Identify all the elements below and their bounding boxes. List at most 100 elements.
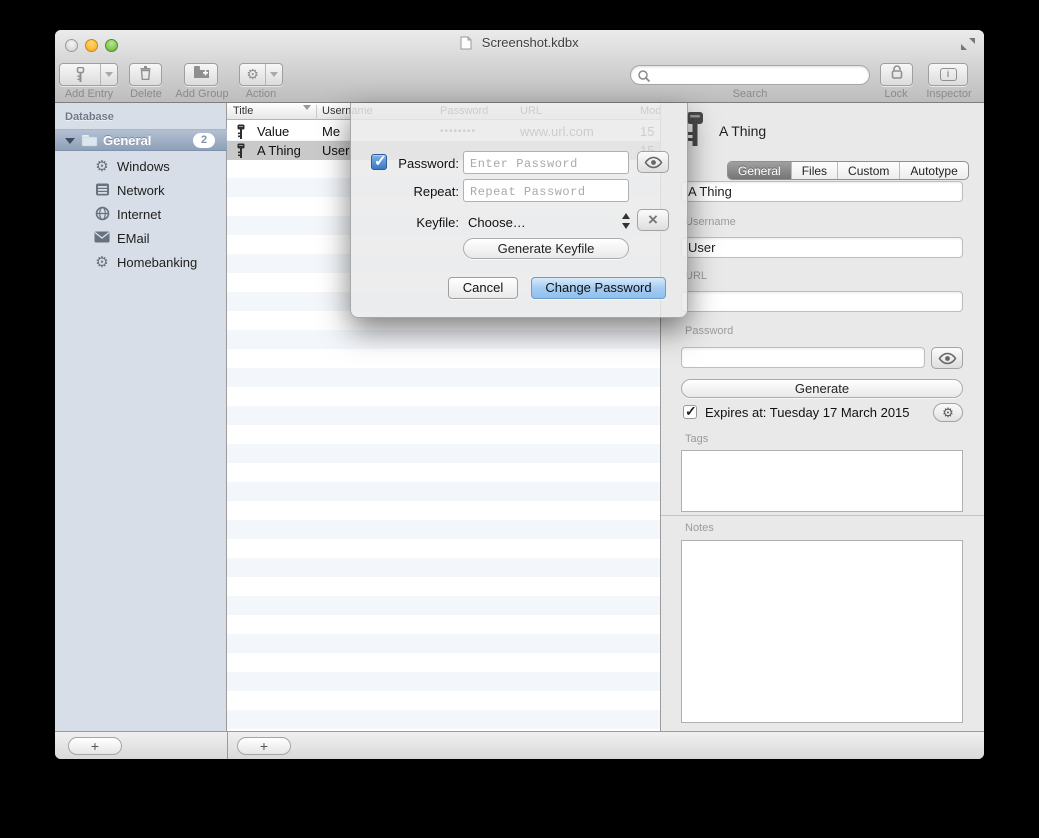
expires-label: Expires at: Tuesday 17 March 2015: [705, 405, 910, 420]
entry-title: Value: [257, 122, 289, 141]
key-icon: [60, 64, 100, 85]
eye-icon: [644, 156, 663, 169]
sidebar-header: Database: [65, 111, 114, 123]
sidebar-item-label: Network: [117, 183, 165, 198]
title-field[interactable]: [681, 181, 963, 202]
globe-icon: [93, 206, 111, 224]
password-label: Password: [685, 325, 733, 337]
tags-field[interactable]: [681, 450, 963, 512]
search-field[interactable]: [630, 65, 870, 85]
bottom-bar: + +: [55, 731, 984, 759]
change-password-button[interactable]: Change Password: [531, 277, 666, 299]
notes-label: Notes: [685, 522, 714, 534]
search-icon: [637, 69, 651, 83]
gear-icon: [93, 254, 111, 272]
sidebar-item-label: Internet: [117, 207, 161, 222]
inspector-tabs: General Files Custom Autotype: [727, 161, 969, 180]
sheet-repeat-label: Repeat:: [351, 184, 459, 199]
search-input[interactable]: [655, 67, 863, 83]
expires-gear-button[interactable]: [933, 403, 963, 422]
window-title: Screenshot.kdbx: [482, 35, 579, 50]
tab-custom[interactable]: Custom: [837, 162, 899, 179]
sidebar-item-label: Windows: [117, 159, 170, 174]
sheet-password-input[interactable]: [463, 151, 629, 174]
add-group-label: Add Group: [173, 88, 231, 100]
server-icon: [93, 182, 111, 200]
generate-button[interactable]: Generate: [681, 379, 963, 398]
app-window: Screenshot.kdbx Add Entry Delete: [55, 30, 984, 759]
delete-label: Delete: [119, 88, 173, 100]
info-icon: i: [940, 68, 957, 81]
sheet-keyfile-label: Keyfile:: [351, 215, 459, 230]
trash-icon: [139, 65, 152, 85]
document-icon: [460, 36, 472, 55]
sidebar-item-label: Homebanking: [117, 255, 197, 270]
eye-icon: [938, 352, 957, 365]
window-header: Screenshot.kdbx Add Entry Delete: [55, 30, 984, 103]
add-group-button[interactable]: [184, 63, 218, 86]
sidebar-group-general[interactable]: General 2: [55, 129, 227, 151]
sidebar-item-label: EMail: [117, 231, 150, 246]
entry-title: A Thing: [257, 141, 301, 160]
sidebar-item-homebanking[interactable]: Homebanking: [55, 251, 227, 275]
envelope-icon: [93, 230, 111, 248]
folder-plus-icon: [193, 65, 210, 84]
gear-icon: [93, 158, 111, 176]
sidebar-group-label: General: [103, 133, 151, 148]
tags-label: Tags: [685, 433, 708, 445]
sidebar-item-windows[interactable]: Windows: [55, 155, 227, 179]
key-icon: [236, 143, 246, 163]
gear-icon: [240, 64, 265, 85]
change-password-sheet: Password: Repeat: Keyfile: Choose… Gener…: [350, 103, 688, 318]
disclosure-triangle-icon[interactable]: [65, 138, 75, 144]
username-field[interactable]: [681, 237, 963, 258]
tab-general[interactable]: General: [728, 162, 791, 179]
window-title-group: Screenshot.kdbx: [55, 34, 984, 55]
column-title[interactable]: Title: [233, 105, 253, 117]
show-password-button[interactable]: [931, 347, 963, 369]
sidebar: Database General 2 Windows: [55, 103, 227, 731]
sheet-password-label: Password:: [351, 156, 459, 171]
generate-keyfile-button[interactable]: Generate Keyfile: [463, 238, 629, 259]
expires-row: Expires at: Tuesday 17 March 2015: [681, 404, 963, 422]
sidebar-item-internet[interactable]: Internet: [55, 203, 227, 227]
add-entry-button[interactable]: [59, 63, 118, 86]
lock-open-icon: [889, 64, 905, 85]
notes-field[interactable]: [681, 540, 963, 723]
add-entry-dropdown[interactable]: [100, 64, 117, 85]
add-group-plus-button[interactable]: +: [68, 737, 122, 755]
inspector-label: Inspector: [919, 88, 979, 100]
x-icon: [648, 210, 658, 230]
keyfile-popup[interactable]: Choose…: [468, 215, 526, 230]
inspector-entry-title: A Thing: [719, 123, 766, 139]
group-count-badge: 2: [193, 133, 215, 148]
fullscreen-icon[interactable]: [960, 37, 976, 56]
delete-button[interactable]: [129, 63, 162, 86]
sort-indicator-icon: [303, 105, 311, 110]
search-label: Search: [630, 88, 870, 100]
cancel-button[interactable]: Cancel: [448, 277, 518, 299]
desktop: Screenshot.kdbx Add Entry Delete: [0, 0, 1039, 838]
url-label: URL: [685, 270, 707, 282]
lock-button[interactable]: [880, 63, 913, 86]
entry-username: Me: [322, 122, 340, 141]
titlebar: Screenshot.kdbx: [55, 30, 984, 54]
tab-autotype[interactable]: Autotype: [899, 162, 967, 179]
action-dropdown[interactable]: [265, 64, 282, 85]
inspector-button[interactable]: i: [928, 63, 968, 86]
action-label: Action: [235, 88, 287, 100]
stepper-icon[interactable]: [621, 212, 631, 230]
column-divider[interactable]: [316, 105, 317, 120]
sheet-show-password-button[interactable]: [637, 151, 669, 173]
expires-checkbox[interactable]: [683, 405, 697, 419]
sidebar-item-network[interactable]: Network: [55, 179, 227, 203]
action-button[interactable]: [239, 63, 283, 86]
entry-username: User: [322, 141, 349, 160]
url-field[interactable]: [681, 291, 963, 312]
sheet-repeat-input[interactable]: [463, 179, 629, 202]
add-entry-plus-button[interactable]: +: [237, 737, 291, 755]
password-field[interactable]: [681, 347, 925, 368]
tab-files[interactable]: Files: [791, 162, 837, 179]
sidebar-item-email[interactable]: EMail: [55, 227, 227, 251]
clear-keyfile-button[interactable]: [637, 209, 669, 231]
